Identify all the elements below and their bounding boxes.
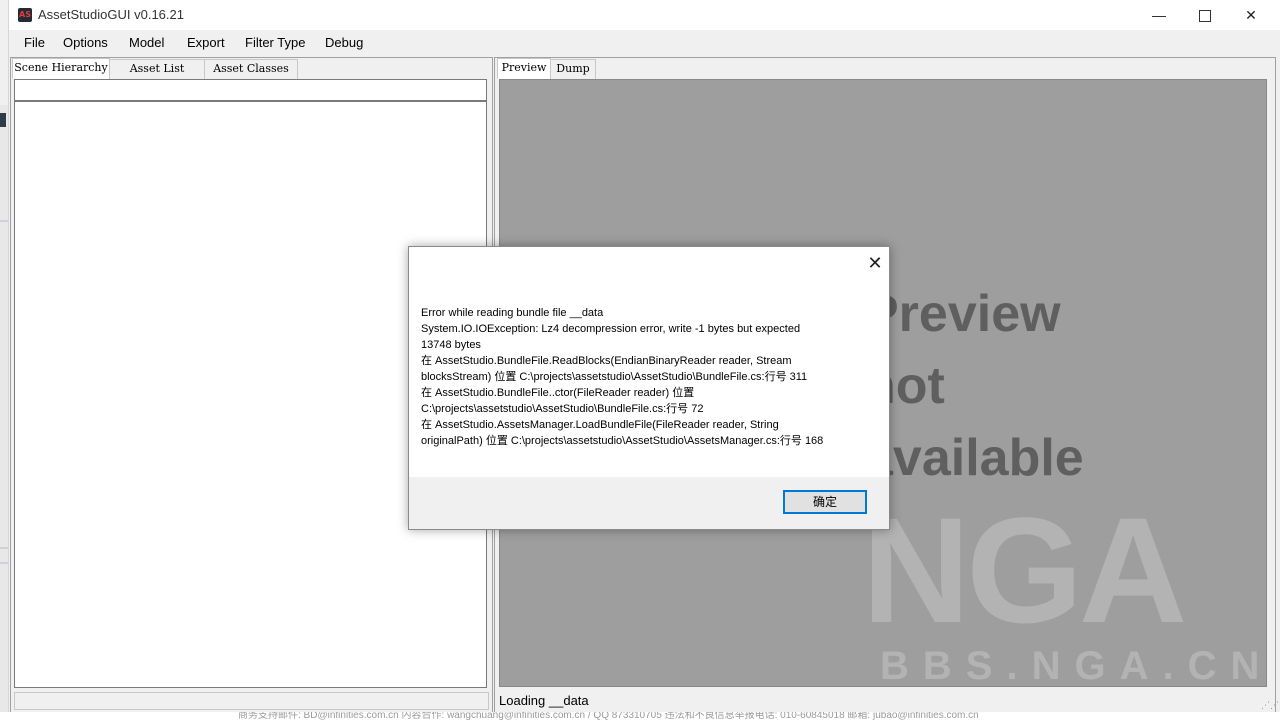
footer-text: 商务支持邮件: BD@infinities.com.cn 内容合作: wangc… bbox=[238, 712, 979, 720]
status-text: Loading __data bbox=[499, 693, 589, 708]
background-footer: 商务支持邮件: BD@infinities.com.cn 内容合作: wangc… bbox=[0, 712, 1280, 720]
menu-bar: File Options Model Export Filter Type De… bbox=[9, 31, 1280, 55]
dialog-footer: 确定 bbox=[409, 477, 889, 529]
desktop-background bbox=[0, 105, 8, 720]
message-line: System.IO.IOException: Lz4 decompression… bbox=[421, 323, 801, 335]
error-dialog: ✕ Error while reading bundle file __data… bbox=[408, 246, 890, 530]
message-line: 在 AssetStudio.BundleFile..ctor(FileReade… bbox=[421, 387, 695, 399]
left-progress-bar bbox=[14, 692, 489, 710]
tab-dump[interactable]: Dump bbox=[550, 59, 596, 80]
tab-preview[interactable]: Preview bbox=[497, 58, 551, 79]
nga-watermark-logo: NGA bbox=[862, 486, 1187, 654]
menu-debug[interactable]: Debug bbox=[325, 35, 363, 50]
message-line: originalPath) 位置 C:\projects\assetstudio… bbox=[421, 435, 824, 447]
app-logo-icon: AS bbox=[18, 8, 32, 22]
desktop-line bbox=[0, 547, 8, 549]
desktop-marker bbox=[0, 113, 6, 127]
window-title: AssetStudioGUI v0.16.21 bbox=[38, 7, 184, 22]
nga-watermark-site: BBS.NGA.CN bbox=[880, 644, 1267, 687]
menu-filter-type[interactable]: Filter Type bbox=[245, 35, 305, 50]
menu-options[interactable]: Options bbox=[63, 35, 108, 50]
tree-search-input[interactable] bbox=[14, 79, 487, 101]
close-button[interactable]: ✕ bbox=[1228, 0, 1274, 30]
menu-model[interactable]: Model bbox=[129, 35, 164, 50]
desktop-line bbox=[0, 562, 8, 564]
message-line: 在 AssetStudio.BundleFile.ReadBlocks(Endi… bbox=[421, 355, 792, 367]
tab-asset-classes[interactable]: Asset Classes bbox=[204, 59, 298, 80]
error-message: Error while reading bundle file __data S… bbox=[421, 305, 871, 449]
message-line: C:\projects\assetstudio\AssetStudio\Bund… bbox=[421, 403, 704, 415]
maximize-icon bbox=[1199, 10, 1211, 23]
preview-unavailable-text: Preview not available bbox=[864, 278, 1266, 494]
minimize-button[interactable]: — bbox=[1136, 0, 1182, 30]
preview-line: available bbox=[864, 429, 1084, 487]
tab-asset-list[interactable]: Asset List bbox=[109, 59, 205, 80]
message-line: Error while reading bundle file __data bbox=[421, 307, 604, 319]
menu-export[interactable]: Export bbox=[187, 35, 225, 50]
preview-line: Preview bbox=[864, 285, 1061, 343]
preview-line: not bbox=[864, 357, 945, 415]
message-line: 在 AssetStudio.AssetsManager.LoadBundleFi… bbox=[421, 419, 779, 431]
tab-scene-hierarchy[interactable]: Scene Hierarchy bbox=[12, 58, 110, 79]
ok-button[interactable]: 确定 bbox=[783, 490, 867, 514]
title-bar[interactable]: AS AssetStudioGUI v0.16.21 — ✕ bbox=[9, 0, 1280, 30]
dialog-close-button[interactable]: ✕ bbox=[864, 252, 886, 274]
message-line: 13748 bytes bbox=[421, 339, 481, 351]
desktop-line bbox=[0, 220, 8, 222]
menu-file[interactable]: File bbox=[24, 35, 45, 50]
message-line: blocksStream) 位置 C:\projects\assetstudio… bbox=[421, 371, 808, 383]
maximize-button[interactable] bbox=[1182, 0, 1228, 30]
resize-grip-icon[interactable]: ⋰⋰ bbox=[1261, 700, 1279, 710]
